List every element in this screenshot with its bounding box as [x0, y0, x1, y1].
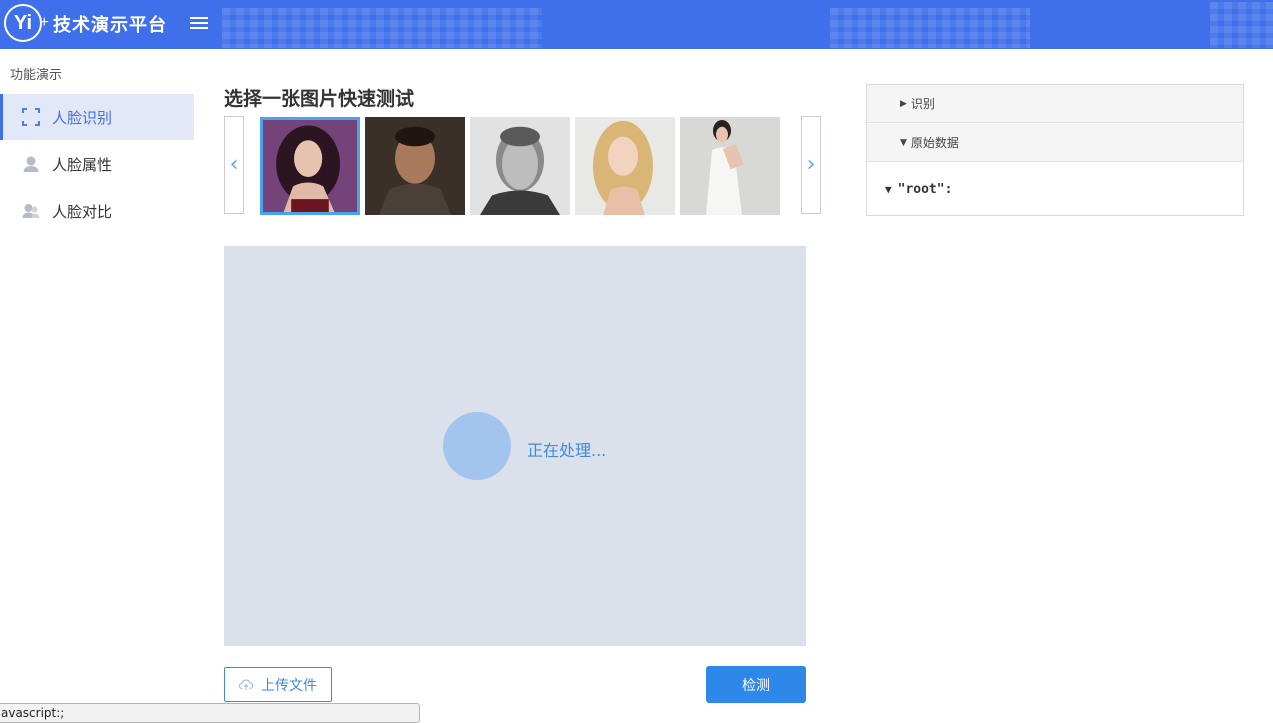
detect-button[interactable]: 检测 [706, 666, 806, 703]
sidebar-item-face-compare[interactable]: 人脸对比 [0, 188, 194, 234]
json-root-key: "root": [897, 182, 953, 197]
sidebar-item-label: 人脸属性 [52, 155, 113, 174]
carousel-prev-button[interactable]: ‹ [224, 116, 244, 214]
loading-spinner [443, 412, 511, 480]
sidebar-item-label: 人脸识别 [52, 108, 113, 127]
logo-text: Yi [13, 12, 33, 34]
thumbnail-woman-blonde[interactable] [575, 117, 675, 215]
result-panel: ▶ 识别 ▼ 原始数据 ▼ "root": [866, 84, 1244, 216]
sidebar-item-face-attributes[interactable]: 人脸属性 [0, 141, 194, 187]
sidebar: 功能演示 人脸识别 人脸属性 人脸对比 [0, 49, 194, 721]
app-title: 技术演示平台 [53, 15, 167, 36]
app-logo[interactable]: Yi + [4, 4, 49, 42]
header-pattern [222, 8, 542, 48]
face-scan-icon [22, 108, 40, 126]
panel-row-label: 识别 [910, 97, 935, 111]
man-bw-portrait-photo [470, 117, 570, 215]
header-pattern [1210, 2, 1273, 48]
menu-toggle-icon[interactable] [190, 14, 208, 34]
cloud-upload-icon [239, 679, 253, 690]
woman-dark-hair-photo [263, 120, 357, 212]
header-pattern [830, 8, 1030, 48]
upload-file-label: 上传文件 [261, 677, 317, 694]
user-icon [23, 156, 39, 172]
image-preview-area: 正在处理... [224, 246, 806, 646]
carousel-next-button[interactable]: › [801, 116, 821, 214]
logo-plus: + [39, 14, 49, 31]
sidebar-section-title: 功能演示 [10, 68, 63, 83]
panel-row-raw-data[interactable]: ▼ 原始数据 [867, 124, 1243, 162]
woman-white-dress-photo [680, 117, 780, 215]
thumbnail-woman-white-dress[interactable] [680, 117, 780, 215]
users-icon [22, 204, 40, 218]
upload-file-button[interactable]: 上传文件 [224, 667, 332, 702]
top-header: Yi + 技术演示平台 [0, 0, 1273, 49]
sidebar-item-face-recognition[interactable]: 人脸识别 [0, 94, 194, 140]
processing-status: 正在处理... [527, 441, 607, 460]
browser-status-bar: avascript:; [0, 703, 420, 723]
caret-down-icon: ▼ [885, 183, 892, 196]
thumbnail-man-bw[interactable] [470, 117, 570, 215]
caret-down-icon: ▼ [900, 137, 907, 148]
page-title: 选择一张图片快速测试 [224, 88, 415, 110]
woman-blonde-photo [575, 117, 675, 215]
man-smiling-photo [365, 117, 465, 215]
caret-right-icon: ▶ [900, 98, 907, 109]
thumbnail-man-smiling[interactable] [365, 117, 465, 215]
panel-row-label: 原始数据 [910, 136, 959, 150]
sidebar-item-label: 人脸对比 [52, 202, 113, 221]
thumbnail-woman-dark-hair[interactable] [260, 117, 360, 215]
json-root-node[interactable]: ▼ "root": [885, 182, 952, 197]
panel-row-recognition[interactable]: ▶ 识别 [867, 85, 1243, 123]
